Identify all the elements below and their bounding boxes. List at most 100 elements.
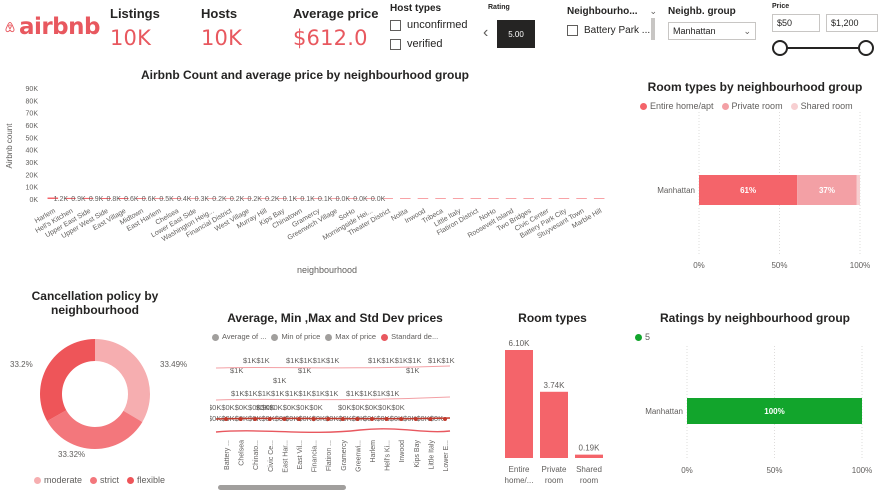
room-type-bar <box>505 350 533 458</box>
room-types-title: Room types <box>518 311 587 325</box>
ratings-title: Ratings by neighbourhood group <box>660 311 850 325</box>
airbnb-logo: airbnb <box>5 10 101 44</box>
checkbox-verified[interactable] <box>390 38 401 50</box>
y-tick-label: 30K <box>26 160 39 167</box>
host-type-unconfirmed[interactable]: unconfirmed <box>390 17 470 33</box>
price-min-input[interactable]: $50 <box>772 14 820 32</box>
bar-data-label: 0.6K <box>142 196 157 203</box>
host-type-unconfirmed-label: unconfirmed <box>407 19 468 31</box>
neigh-group-dropdown[interactable]: Manhattan ⌄ <box>668 22 756 40</box>
std-dev-point <box>297 417 301 421</box>
bar-data-label: 0.9K <box>71 196 86 203</box>
bar-data-label: 0.6K <box>124 196 139 203</box>
price-stats-scrollbar[interactable] <box>218 485 346 490</box>
checkbox-unconfirmed[interactable] <box>390 19 401 31</box>
price-slider-track[interactable] <box>778 47 870 49</box>
x-tick-label: 0% <box>681 466 693 475</box>
room-group-legend: Entire home/apt Private room Shared room <box>640 101 853 111</box>
bar <box>488 198 499 199</box>
price-slider-max-handle[interactable] <box>858 40 874 56</box>
donut-slice <box>47 410 143 449</box>
kpi-listings: Listings 10K <box>110 6 160 50</box>
price-max-input[interactable]: $1,200 <box>826 14 878 32</box>
price-data-label: $1K$1K$1K$1K <box>285 389 338 398</box>
neigh-group-slicer: Neighb. group Manhattan ⌄ <box>668 6 756 40</box>
bar-data-label: 0.0K <box>371 196 386 203</box>
bar-data-label: 0.2K <box>247 196 262 203</box>
chevron-down-icon[interactable]: ⌄ <box>649 6 657 17</box>
x-axis-label: neighbourhood <box>297 265 357 275</box>
neigh-group-title: Neighb. group <box>668 6 736 17</box>
price-data-label: $1K$1K <box>428 356 455 365</box>
kpi-listings-label: Listings <box>110 6 160 21</box>
std-dev-point <box>340 417 345 421</box>
y-tick-label: 10K <box>26 185 39 192</box>
bar-data-label: 0.1K <box>318 196 333 203</box>
bar <box>558 198 570 199</box>
price-data-label: $1K$1K$1K$1K <box>368 356 421 365</box>
legend-shared: Shared room <box>790 101 853 111</box>
x-category-label: Battery ... <box>224 440 231 470</box>
price-stats-legend: Average of ... Min of price Max of price… <box>212 332 438 341</box>
brand-name: airbnb <box>18 14 101 40</box>
rating-value-box[interactable]: 5.00 <box>497 20 535 48</box>
std-dev-point <box>428 417 433 421</box>
slice-label-flexible: 33.2% <box>10 360 33 369</box>
bar-data-label: 0.2K <box>265 196 280 203</box>
room-type-category: room <box>545 476 564 485</box>
host-type-verified[interactable]: verified <box>390 36 470 52</box>
room-group-chart: 0% 50% 100% 61% 37% Manhattan <box>657 112 870 270</box>
bar <box>400 198 411 199</box>
rating-bar-label: 100% <box>764 407 784 416</box>
x-category-label: Chinato... <box>253 440 260 470</box>
std-dev-point <box>443 417 447 421</box>
x-category-label: Inwood <box>399 440 406 463</box>
room-type-category: Entire <box>509 465 530 474</box>
room-type-value: 0.19K <box>579 444 601 453</box>
legend-strict: strict <box>90 475 119 485</box>
price-slider-min-handle[interactable] <box>772 40 788 56</box>
y-tick-label: 40K <box>26 148 39 155</box>
kpi-hosts-label: Hosts <box>201 6 238 21</box>
x-tick-label: 0% <box>693 261 705 270</box>
room-type-category: Shared <box>576 465 602 474</box>
neighbourhood-option[interactable]: Battery Park ... <box>567 22 657 38</box>
bar <box>470 198 482 199</box>
room-type-value: 3.74K <box>544 381 566 390</box>
x-category-label: Flatiron ... <box>326 440 333 471</box>
bar <box>523 198 534 199</box>
std-dev-point <box>267 417 272 421</box>
x-tick-label: 100% <box>852 466 872 475</box>
checkbox-battery-park[interactable] <box>567 24 578 36</box>
y-tick-label: 60K <box>26 123 39 130</box>
count-chart: 90K 80K 70K 60K 50K 40K 30K 20K 10K 0K Airbnb coun… <box>5 86 605 275</box>
y-tick-label: 50K <box>26 135 39 142</box>
neighbourhood-scrollbar[interactable] <box>651 18 655 40</box>
std-dev-line <box>215 428 451 434</box>
price-data-label: $0K$0K$0K$0K$0K <box>256 403 323 412</box>
neighbourhood-slicer: Neighbourho... ⌄ Battery Park ... <box>567 6 657 40</box>
room-type-category: Private <box>542 465 567 474</box>
y-category-label: Manhattan <box>645 407 683 416</box>
x-category-label: Chelsea <box>239 440 246 466</box>
chevron-left-icon[interactable]: ‹ <box>483 24 488 42</box>
price-data-label: $1K$1K$1K$1K <box>231 389 284 398</box>
slice-label-moderate: 33.49% <box>160 360 187 369</box>
y-axis-label: Airbnb count <box>5 123 14 169</box>
x-category-label: East Har... <box>282 440 289 473</box>
bar-data-label: 0.4K <box>177 196 192 203</box>
price-data-label: $1K$1K$1K$1K <box>346 389 399 398</box>
neighbourhood-title: Neighbourho... <box>567 6 638 17</box>
bar <box>593 198 605 199</box>
price-max-value: $1,200 <box>831 18 859 28</box>
bar-data-label: 0.8K <box>106 196 121 203</box>
y-tick-label: 20K <box>26 172 39 179</box>
kpi-hosts: Hosts 10K <box>201 6 242 50</box>
neighbourhood-option-label: Battery Park ... <box>584 24 651 36</box>
segment-label: 61% <box>740 186 756 195</box>
std-dev-point <box>399 417 404 421</box>
std-dev-point <box>413 417 418 421</box>
x-tick-label: 100% <box>850 261 870 270</box>
std-dev-point <box>355 417 360 421</box>
bar-data-label: 0.2K <box>230 196 245 203</box>
